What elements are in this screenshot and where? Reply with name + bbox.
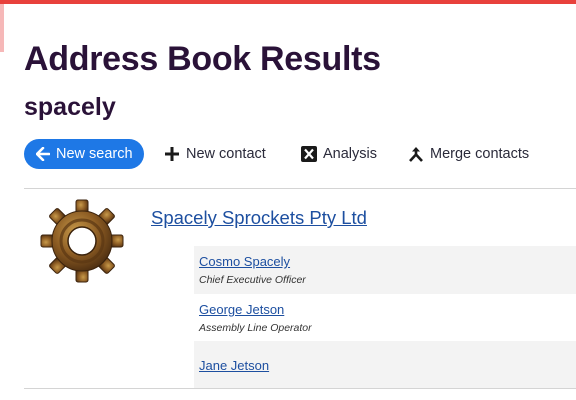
merge-contacts-button[interactable]: Merge contacts xyxy=(408,139,538,169)
new-contact-label: New contact xyxy=(186,146,266,162)
divider xyxy=(24,388,576,389)
page-title: Address Book Results xyxy=(24,40,381,78)
new-search-button[interactable]: New search xyxy=(24,139,144,169)
contact-role: Assembly Line Operator xyxy=(199,322,312,334)
contact-name-link[interactable]: Jane Jetson xyxy=(199,358,269,373)
merge-contacts-label: Merge contacts xyxy=(430,146,530,162)
new-search-label: New search xyxy=(56,146,133,162)
plus-icon xyxy=(165,147,179,161)
analysis-button[interactable]: Analysis xyxy=(301,139,381,169)
new-contact-button[interactable]: New contact xyxy=(164,139,274,169)
contact-role: Chief Executive Officer xyxy=(199,274,306,286)
contact-row: Jane Jetson xyxy=(194,341,576,388)
analysis-label: Analysis xyxy=(323,146,377,162)
gear-logo xyxy=(40,199,124,283)
search-query: spacely xyxy=(24,93,116,121)
organisation-link[interactable]: Spacely Sprockets Pty Ltd xyxy=(151,207,367,229)
contact-row: George Jetson Assembly Line Operator xyxy=(194,294,576,341)
excel-icon xyxy=(301,146,317,162)
contact-name-link[interactable]: George Jetson xyxy=(199,302,284,317)
merge-icon xyxy=(409,147,423,162)
contact-name-link[interactable]: Cosmo Spacely xyxy=(199,254,290,269)
arrow-left-icon xyxy=(36,147,50,161)
left-accent-bar xyxy=(0,4,4,52)
top-accent-bar xyxy=(0,0,576,4)
contact-row: Cosmo Spacely Chief Executive Officer xyxy=(194,246,576,294)
divider xyxy=(24,188,576,189)
